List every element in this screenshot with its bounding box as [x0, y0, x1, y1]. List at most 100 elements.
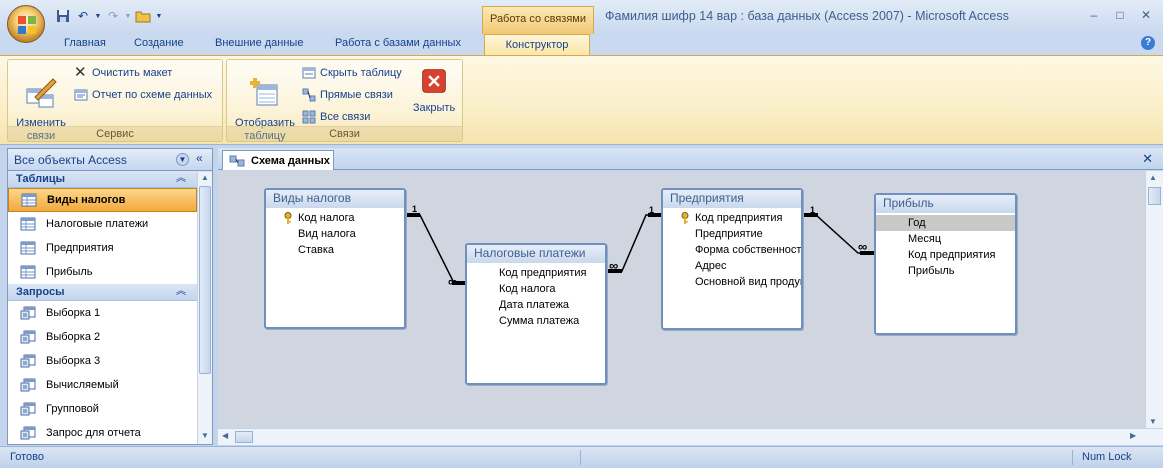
nav-item-label: Вычисляемый — [46, 379, 119, 391]
qat-customize-icon[interactable]: ▼ — [154, 8, 164, 24]
quick-access-toolbar: ↶ ▼ ↷ ▼ ▼ — [54, 6, 164, 26]
scroll-up-icon[interactable]: ▲ — [1149, 173, 1157, 182]
nav-dropdown-icon[interactable]: ▼ — [176, 153, 189, 166]
nav-item-query[interactable]: Групповой — [8, 397, 197, 421]
close-button[interactable]: ✕ — [1135, 7, 1157, 23]
relationship-line[interactable] — [408, 214, 466, 284]
field-row[interactable]: Код налога — [467, 281, 605, 297]
canvas-vertical-scrollbar[interactable]: ▲ ▼ — [1145, 171, 1163, 428]
relations-report-button[interactable]: Отчет по схеме данных — [74, 86, 212, 104]
primary-key-icon — [284, 212, 292, 224]
nav-header: Все объекты Access ▼ « — [8, 149, 212, 171]
field-row[interactable]: Код налога — [266, 210, 404, 226]
tab-external-data[interactable]: Внешние данные — [215, 37, 303, 49]
relation-one-label: 1 — [412, 204, 418, 214]
clear-layout-button[interactable]: ✕ Очистить макет — [74, 64, 172, 82]
scroll-thumb[interactable] — [235, 431, 253, 443]
maximize-button[interactable]: □ — [1109, 7, 1131, 23]
scroll-down-icon[interactable]: ▼ — [1149, 417, 1157, 426]
office-button[interactable] — [7, 5, 45, 43]
field-row[interactable]: Адрес — [663, 258, 801, 274]
nav-item-table[interactable]: Предприятия — [8, 236, 197, 260]
tab-relationships[interactable]: Схема данных — [222, 150, 334, 170]
field-row[interactable]: Основной вид продукции — [663, 274, 801, 290]
field-row[interactable]: Месяц — [876, 231, 1015, 247]
scroll-right-icon[interactable]: ▶ — [1130, 431, 1136, 440]
all-relations-button[interactable]: Все связи — [302, 108, 370, 126]
nav-section-tables[interactable]: Таблицы ︽ — [8, 171, 212, 188]
table-title[interactable]: Предприятия — [663, 190, 801, 208]
scroll-up-icon[interactable]: ▲ — [198, 173, 212, 185]
hide-table-button[interactable]: Скрыть таблицу — [302, 64, 402, 82]
minimize-button[interactable]: – — [1083, 7, 1105, 23]
tab-design[interactable]: Конструктор — [484, 34, 590, 56]
nav-item-table[interactable]: Виды налогов — [8, 188, 197, 212]
nav-item-query[interactable]: Выборка 3 — [8, 349, 197, 373]
title-bar: ↶ ▼ ↷ ▼ ▼ Работа со связями Фамилия шифр… — [0, 0, 1163, 34]
nav-item-label: Предприятия — [46, 242, 114, 254]
nav-item-table[interactable]: Прибыль — [8, 260, 197, 284]
nav-section-queries[interactable]: Запросы ︽ — [8, 284, 212, 301]
nav-item-label: Виды налогов — [47, 194, 126, 206]
num-lock-indicator: Num Lock — [1082, 451, 1132, 463]
table-icon — [21, 193, 37, 207]
window-controls: – □ ✕ — [1083, 7, 1157, 23]
field-row-selected[interactable]: Год — [876, 215, 1015, 231]
scroll-down-icon[interactable]: ▼ — [198, 431, 212, 443]
undo-dropdown-icon[interactable]: ▼ — [94, 8, 102, 24]
field-row[interactable]: Код предприятия — [876, 247, 1015, 263]
ribbon-tabs: Главная Создание Внешние данные Работа с… — [0, 34, 1163, 56]
tab-database-tools[interactable]: Работа с базами данных — [335, 37, 461, 49]
nav-item-label: Групповой — [46, 403, 99, 415]
redo-icon[interactable]: ↷ — [104, 8, 122, 24]
field-row[interactable]: Ставка — [266, 242, 404, 258]
table-vidy-nalogov[interactable]: Виды налогов Код налога Вид налога Ставк… — [264, 188, 406, 329]
relation-many-label: ∞ — [858, 239, 868, 254]
table-title[interactable]: Виды налогов — [266, 190, 404, 208]
service-group: Изменить связи ✕ Очистить макет Отчет по… — [7, 59, 223, 142]
field-row[interactable]: Форма собственности — [663, 242, 801, 258]
field-row[interactable]: Вид налога — [266, 226, 404, 242]
report-icon — [74, 89, 88, 101]
query-icon — [20, 306, 36, 320]
direct-relations-button[interactable]: Прямые связи — [302, 86, 393, 104]
tab-create[interactable]: Создание — [134, 37, 184, 49]
undo-icon[interactable]: ↶ — [74, 8, 92, 24]
nav-item-query[interactable]: Вычисляемый — [8, 373, 197, 397]
field-row[interactable]: Прибыль — [876, 263, 1015, 279]
field-row[interactable]: Код предприятия — [663, 210, 801, 226]
table-nalogovye-platezhi[interactable]: Налоговые платежи Код предприятия Код на… — [465, 243, 607, 385]
office-logo-icon — [18, 16, 36, 34]
nav-item-query[interactable]: Запрос для отчета — [8, 421, 197, 445]
table-title[interactable]: Налоговые платежи — [467, 245, 605, 263]
save-icon[interactable] — [54, 8, 72, 24]
field-row[interactable]: Дата платежа — [467, 297, 605, 313]
nav-item-table[interactable]: Налоговые платежи — [8, 212, 197, 236]
scroll-thumb[interactable] — [1148, 187, 1161, 205]
nav-item-query[interactable]: Выборка 2 — [8, 325, 197, 349]
nav-section-label: Таблицы — [16, 173, 65, 185]
scroll-left-icon[interactable]: ◀ — [222, 431, 228, 440]
open-folder-icon[interactable] — [134, 8, 152, 24]
nav-scrollbar[interactable]: ▲ ▼ — [197, 172, 212, 444]
relationships-canvas[interactable]: Виды налогов Код налога Вид налога Ставк… — [218, 171, 1145, 428]
nav-item-label: Налоговые платежи — [46, 218, 149, 230]
redo-dropdown-icon[interactable]: ▼ — [124, 8, 132, 24]
query-icon — [20, 354, 36, 368]
nav-title[interactable]: Все объекты Access — [14, 153, 127, 167]
close-document-icon[interactable]: ✕ — [1142, 151, 1153, 167]
nav-item-query[interactable]: Выборка 1 — [8, 301, 197, 325]
nav-collapse-icon[interactable]: « — [196, 151, 203, 165]
help-icon[interactable]: ? — [1141, 36, 1155, 50]
tab-home[interactable]: Главная — [64, 37, 106, 49]
table-pribyl[interactable]: Прибыль Год Месяц Код предприятия Прибыл… — [874, 193, 1017, 335]
field-row[interactable]: Сумма платежа — [467, 313, 605, 329]
table-predpriyatiya[interactable]: Предприятия Код предприятия Предприятие … — [661, 188, 803, 330]
table-title[interactable]: Прибыль — [876, 195, 1015, 213]
field-row[interactable]: Код предприятия — [467, 265, 605, 281]
canvas-horizontal-scrollbar[interactable]: ◀ ▶ — [218, 428, 1163, 445]
close-relations-button[interactable]: Закрыть — [409, 64, 459, 115]
scroll-thumb[interactable] — [199, 186, 211, 374]
relationships-tab-label: Схема данных — [251, 154, 330, 167]
field-row[interactable]: Предприятие — [663, 226, 801, 242]
